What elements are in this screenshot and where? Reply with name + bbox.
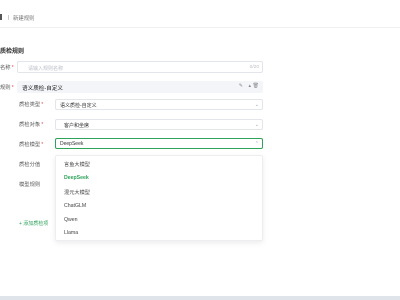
model-rule-label-text: 模型规则 [19, 182, 41, 188]
breadcrumb-current: 新建规则 [13, 16, 35, 22]
dropdown-option[interactable]: Llama [64, 230, 78, 236]
model-dropdown: 言鱼大模型 DeepSeek 混元大模型 ChatGLM Qwen Llama [55, 155, 263, 241]
dropdown-option[interactable]: 言鱼大模型 [64, 161, 90, 168]
chevron-down-icon: ⌄ [254, 101, 259, 108]
required-mark: * [11, 85, 14, 91]
edit-icon[interactable]: ✎ [239, 83, 243, 89]
name-input-placeholder: 请输入规则名称 [28, 65, 64, 72]
rule-card-title: 语义质检-自定义 [22, 85, 64, 92]
rule-label: 规则* [0, 83, 14, 91]
header-divider [0, 27, 400, 28]
dropdown-option[interactable]: ChatGLM [64, 203, 86, 209]
model-select-value: DeepSeek [60, 141, 84, 148]
required-mark: * [41, 102, 44, 108]
back-icon[interactable] [0, 14, 2, 20]
type-label: 质检类型* [19, 100, 43, 108]
model-label: 质检模型* [19, 140, 43, 148]
score-label: 质检分值 [19, 160, 40, 168]
chevron-down-icon: ⌄ [254, 121, 259, 128]
top-bar: 新建规则 [0, 12, 400, 26]
required-mark: * [41, 122, 44, 128]
rule-card-header: 语义质检-自定义 ✎ ▴ 🗑 [17, 81, 263, 93]
dropdown-option-selected[interactable]: DeepSeek [64, 175, 89, 181]
type-label-text: 质检类型 [19, 102, 41, 108]
object-select[interactable]: 客户和坐席 ⌄ [55, 119, 263, 130]
name-label: 名称* [0, 63, 14, 71]
section-title: 质检规则 [0, 49, 25, 55]
required-mark: * [11, 65, 14, 71]
model-rule-label: 模型规则 [19, 180, 40, 188]
dropdown-option[interactable]: Qwen [64, 217, 78, 223]
chevron-up-icon: ⌃ [254, 140, 259, 147]
rule-label-text: 规则 [0, 85, 11, 91]
model-label-text: 质检模型 [19, 142, 41, 148]
required-mark: * [41, 142, 44, 148]
breadcrumb-divider [8, 15, 9, 20]
object-select-value: 客户和坐席 [64, 123, 90, 130]
page: 新建规则 质检规则 名称* 请输入规则名称 0/20 规则* 语义质检-自定义 … [0, 0, 400, 296]
type-select[interactable]: 语义质检-自定义 ⌄ [55, 99, 263, 110]
collapse-icon[interactable]: ▴ [248, 83, 251, 89]
type-select-value: 语义质检-自定义 [60, 103, 97, 110]
bottom-bar [0, 296, 400, 300]
score-label-text: 质检分值 [19, 162, 41, 168]
name-label-text: 名称 [0, 65, 11, 71]
name-input-count: 0/20 [249, 64, 259, 70]
dropdown-option[interactable]: 混元大模型 [64, 189, 90, 196]
add-item-link[interactable]: + 添加质检项 [19, 220, 48, 227]
object-label-text: 质检对象 [19, 122, 41, 128]
model-select[interactable]: DeepSeek ⌃ [55, 138, 263, 149]
object-label: 质检对象* [19, 120, 43, 128]
name-input[interactable]: 请输入规则名称 0/20 [17, 61, 263, 73]
delete-icon[interactable]: 🗑 [253, 83, 259, 89]
